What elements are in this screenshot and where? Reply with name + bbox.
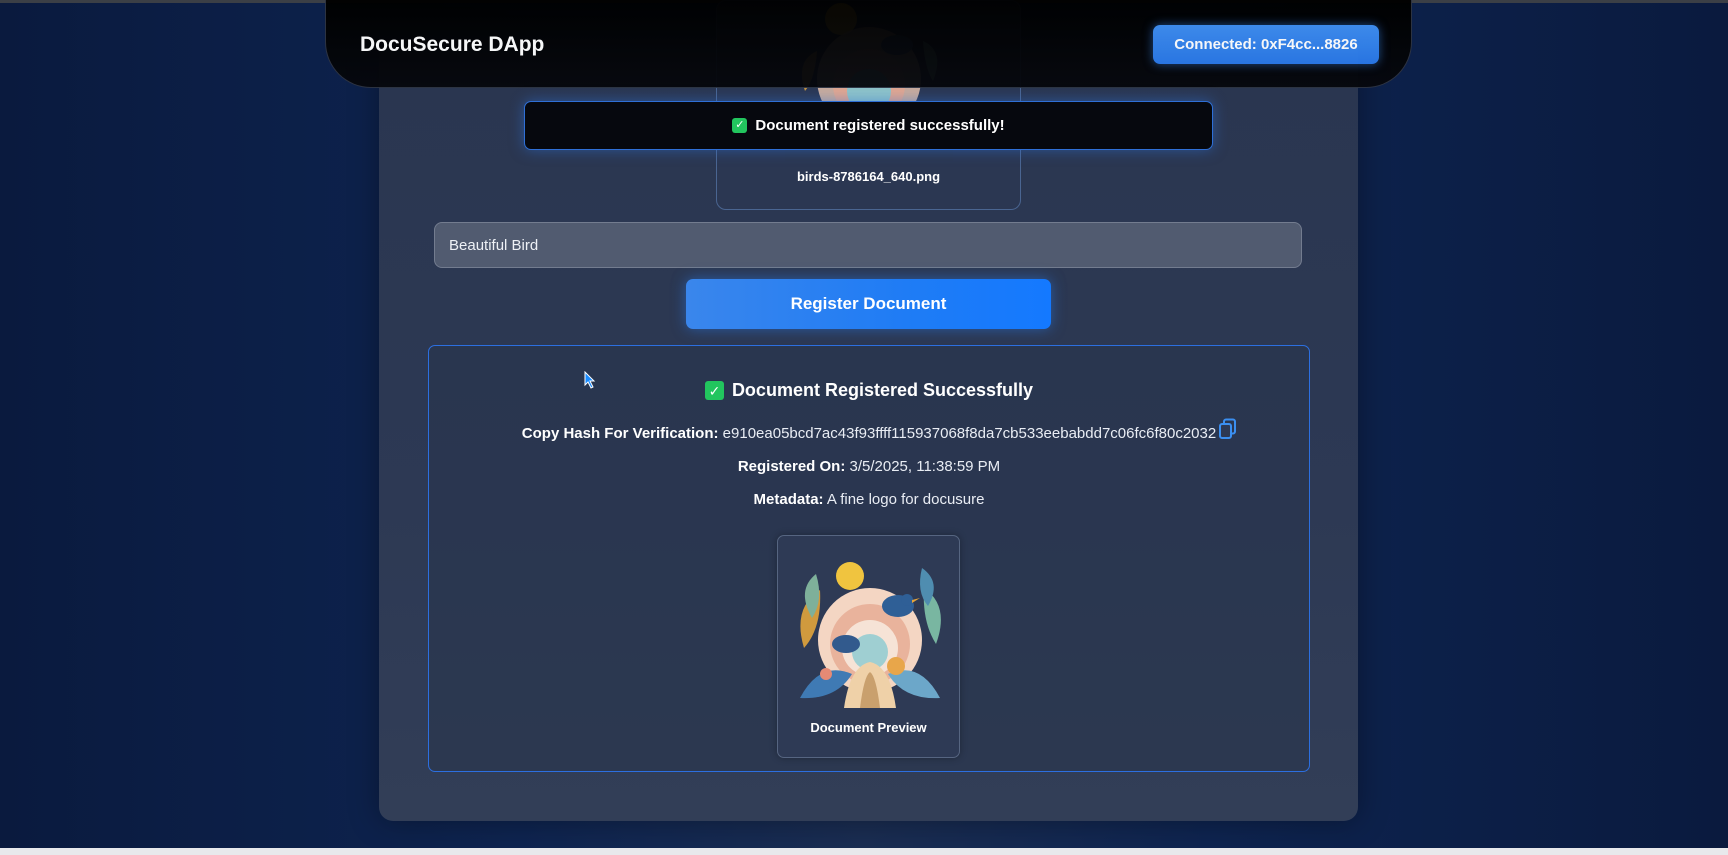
date-row: Registered On: 3/5/2025, 11:38:59 PM xyxy=(429,458,1309,475)
metadata-input[interactable] xyxy=(434,222,1302,268)
copy-icon[interactable] xyxy=(1218,418,1238,440)
wallet-connected-button[interactable]: Connected: 0xF4cc...8826 xyxy=(1153,25,1379,64)
check-icon: ✓ xyxy=(704,381,724,400)
document-preview[interactable]: Document Preview xyxy=(777,535,960,758)
document-preview-image xyxy=(790,548,950,713)
toast-message: Document registered successfully! xyxy=(755,117,1005,134)
document-preview-caption: Document Preview xyxy=(810,720,927,735)
metadata-label: Metadata: xyxy=(753,491,824,508)
hash-label: Copy Hash For Verification: xyxy=(521,425,719,442)
app-header: DocuSecure DApp Connected: 0xF4cc...8826 xyxy=(325,0,1412,88)
result-title: ✓ Document Registered Successfully xyxy=(429,380,1309,401)
result-title-text: Document Registered Successfully xyxy=(731,380,1034,400)
uploaded-file-name: birds-8786164_640.png xyxy=(796,169,941,184)
registration-result-panel: ✓ Document Registered Successfully Copy … xyxy=(428,345,1310,772)
metadata-row: Metadata: A fine logo for docusure xyxy=(429,491,1309,508)
success-toast: ✓ Document registered successfully! xyxy=(524,101,1213,150)
bottom-border xyxy=(0,848,1728,855)
check-icon: ✓ xyxy=(732,118,748,133)
app-title: DocuSecure DApp xyxy=(360,33,545,56)
hash-value: e910ea05bcd7ac43f93ffff115937068f8da7cb5… xyxy=(722,425,1217,442)
date-value: 3/5/2025, 11:38:59 PM xyxy=(849,458,1001,475)
mouse-cursor-icon xyxy=(584,370,596,389)
date-label: Registered On: xyxy=(737,458,846,475)
metadata-value: A fine logo for docusure xyxy=(826,491,985,508)
hash-row: Copy Hash For Verification: e910ea05bcd7… xyxy=(429,425,1309,442)
register-document-button[interactable]: Register Document xyxy=(686,279,1051,329)
